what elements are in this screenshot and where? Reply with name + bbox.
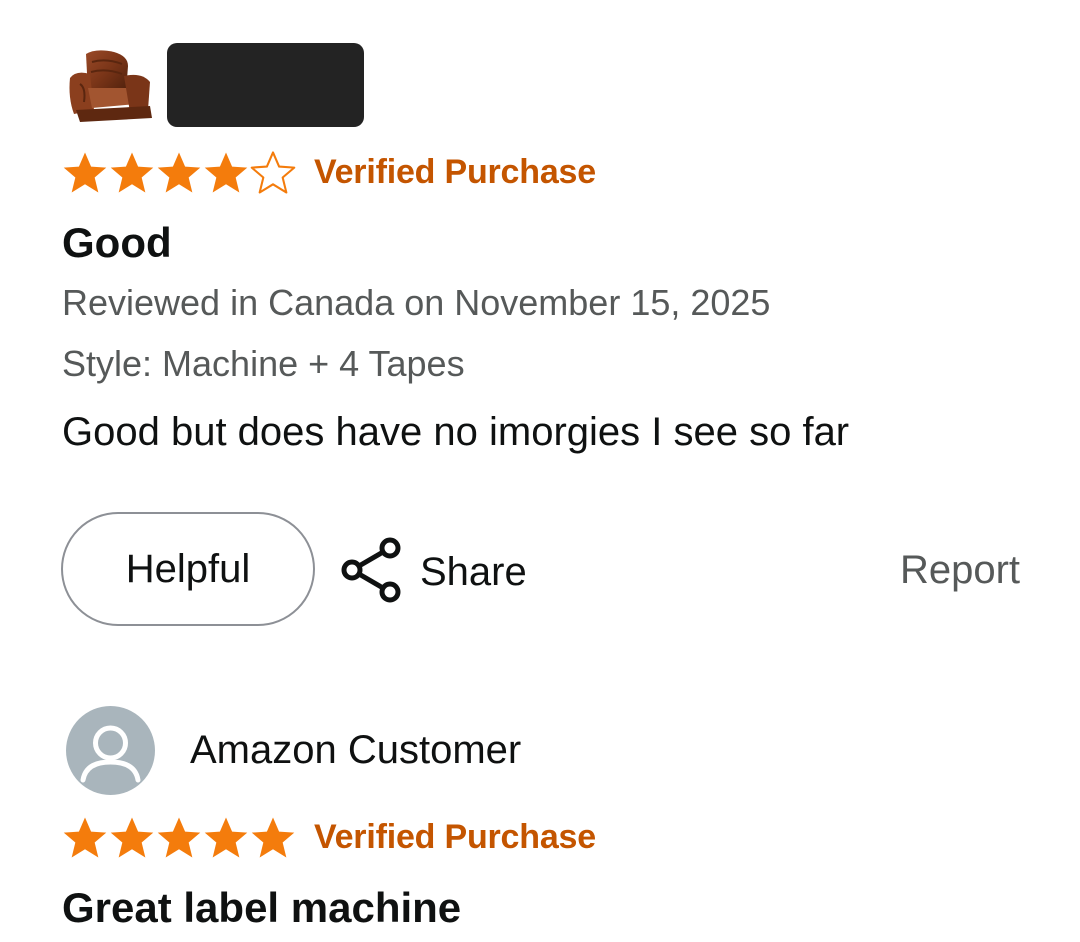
star-filled-icon: [156, 815, 202, 859]
star-filled-icon: [62, 150, 108, 194]
share-icon: [340, 536, 402, 609]
rating-row: Verified Purchase: [62, 150, 596, 194]
recliner-chair-image: [69, 50, 152, 122]
star-filled-icon: [203, 150, 249, 194]
star-rating: [62, 815, 296, 859]
redacted-username: [167, 43, 364, 127]
review-date-location: Reviewed in Canada on November 15, 2025: [62, 282, 771, 323]
star-rating: [62, 150, 296, 194]
star-filled-icon: [156, 150, 202, 194]
verified-purchase-label: Verified Purchase: [314, 817, 596, 856]
rating-row-2: Verified Purchase: [62, 815, 596, 859]
review-title: Good: [62, 219, 172, 266]
share-button[interactable]: Share: [340, 536, 527, 609]
share-label: Share: [420, 550, 527, 594]
verified-purchase-label: Verified Purchase: [314, 152, 596, 191]
review-body: Good but does have no imorgies I see so …: [62, 410, 850, 454]
person-icon: [80, 725, 141, 783]
star-filled-icon: [109, 150, 155, 194]
report-link[interactable]: Report: [900, 548, 1020, 593]
star-filled-icon: [109, 815, 155, 859]
product-thumbnail: [66, 48, 158, 124]
reviewer-name: Amazon Customer: [190, 728, 522, 772]
review-title-2: Great label machine: [62, 884, 462, 931]
review-style: Style: Machine + 4 Tapes: [62, 343, 465, 384]
star-filled-icon: [250, 815, 296, 859]
avatar: [66, 706, 155, 795]
star-empty-icon: [250, 150, 296, 194]
helpful-button[interactable]: Helpful: [61, 512, 315, 626]
star-filled-icon: [62, 815, 108, 859]
star-filled-icon: [203, 815, 249, 859]
